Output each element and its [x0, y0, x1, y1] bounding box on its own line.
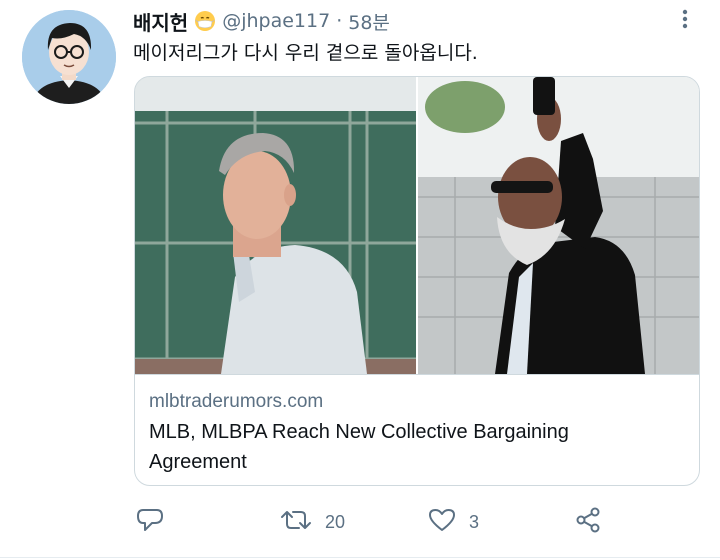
retweet-count: 20	[325, 511, 346, 532]
tweet-actions: 20 3	[133, 500, 713, 544]
author-name[interactable]: 배지헌	[133, 7, 188, 36]
link-card[interactable]: mlbtraderumors.com MLB, MLBPA Reach New …	[134, 76, 700, 486]
card-image[interactable]	[135, 77, 699, 374]
share-icon	[573, 505, 603, 540]
card-title: MLB, MLBPA Reach New Collective Bargaini…	[149, 421, 569, 473]
card-info[interactable]: mlbtraderumors.com MLB, MLBPA Reach New …	[135, 374, 699, 485]
card-domain: mlbtraderumors.com	[149, 391, 324, 412]
like-button[interactable]: 3	[427, 500, 479, 544]
mask-emoji-icon	[194, 10, 216, 32]
more-icon[interactable]	[676, 8, 694, 32]
divider	[0, 557, 720, 558]
like-icon	[427, 505, 457, 540]
reply-button[interactable]	[135, 500, 177, 544]
retweet-icon	[279, 505, 313, 540]
reply-icon	[135, 505, 165, 540]
separator-dot: ·	[336, 10, 343, 32]
tweet-header: 배지헌 @jhpae117 · 58분	[133, 7, 390, 36]
like-count: 3	[469, 511, 480, 532]
author-handle[interactable]: @jhpae117	[222, 10, 330, 32]
tweet-text: 메이저리그가 다시 우리 곁으로 돌아옵니다.	[133, 42, 478, 64]
retweet-button[interactable]: 20	[279, 500, 345, 544]
avatar[interactable]	[22, 10, 116, 104]
share-button[interactable]	[573, 500, 603, 544]
tweet-time[interactable]: 58분	[348, 8, 390, 35]
